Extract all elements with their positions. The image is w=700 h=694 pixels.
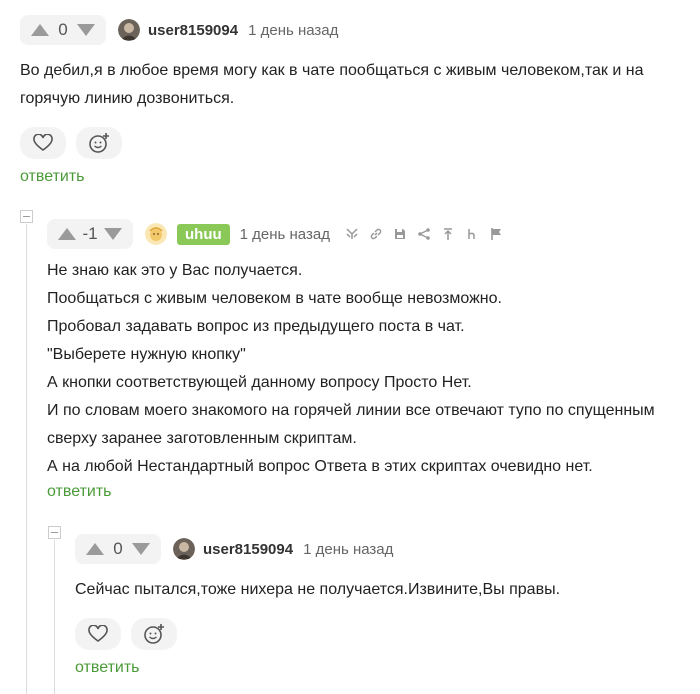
timestamp[interactable]: 1 день назад <box>248 22 338 39</box>
avatar[interactable] <box>118 19 140 41</box>
collapse-thread-button[interactable] <box>20 210 33 223</box>
upvote-button[interactable] <box>55 224 79 244</box>
user-avatar-icon <box>173 538 195 560</box>
upvote-button[interactable] <box>83 539 107 559</box>
like-button[interactable] <box>75 618 121 650</box>
comment-line: Пробовал задавать вопрос из предыдущего … <box>47 318 465 335</box>
reply-link[interactable]: ответить <box>75 659 140 677</box>
thread-line <box>26 224 27 694</box>
thread-line <box>54 540 55 694</box>
comment-1: 0 user8159094 1 день назад Во дебил,я в … <box>20 15 643 186</box>
vote-score: 0 <box>113 539 123 558</box>
avatar[interactable] <box>145 223 167 245</box>
add-emoji-button[interactable] <box>131 618 177 650</box>
hide-icon <box>468 229 475 239</box>
comment-line: Пообщаться с живым человеком в чате вооб… <box>47 290 502 307</box>
share-button[interactable] <box>412 224 436 244</box>
comment-line: И по словам моего знакомого на горячей л… <box>47 402 655 419</box>
flag-icon <box>491 228 501 240</box>
report-button[interactable] <box>484 224 508 244</box>
arrow-up-icon <box>58 228 76 240</box>
downvote-button[interactable] <box>74 20 98 40</box>
vote-control: 0 <box>20 15 106 45</box>
comment-header: 0 user8159094 1 день назад <box>75 534 560 564</box>
comment-line: А кнопки соответствующей данному вопросу… <box>47 374 472 391</box>
save-icon <box>394 229 405 239</box>
collapse-thread-button[interactable] <box>48 526 61 539</box>
comment-line: сверху заранее заготовленным скриптам. <box>47 430 357 447</box>
arrow-down-icon <box>132 543 150 555</box>
comment-text: Не знаю как это у Вас получается. Пообща… <box>47 257 655 481</box>
heart-icon <box>88 625 108 642</box>
user-avatar-icon <box>118 19 140 41</box>
timestamp[interactable]: 1 день назад <box>303 541 393 558</box>
comment-2: -1 uhuu 1 день назад Не знаю как это у В… <box>47 219 655 501</box>
vote-control: -1 <box>47 219 133 249</box>
comment-line: "Выберете нужную кнопку" <box>47 346 246 363</box>
arrow-down-icon <box>77 24 95 36</box>
reply-link[interactable]: ответить <box>20 168 85 186</box>
share-icon <box>418 228 430 240</box>
downvote-button[interactable] <box>129 539 153 559</box>
comment-text: Во дебил,я в любое время могу как в чате… <box>20 57 643 113</box>
go-to-parent-button[interactable] <box>436 224 460 244</box>
comment-line: Сейчас пытался,тоже нихера не получается… <box>75 581 561 598</box>
reply-link[interactable]: ответить <box>47 483 112 501</box>
vote-score: 0 <box>58 20 68 39</box>
comment-text: Сейчас пытался,тоже нихера не получается… <box>75 576 560 604</box>
comment-line: Во дебил,я в любое время могу как в чате… <box>20 62 644 79</box>
downvote-button[interactable] <box>101 224 125 244</box>
username[interactable]: user8159094 <box>203 541 293 558</box>
link-icon <box>370 228 382 240</box>
emoji-add-icon <box>89 133 109 153</box>
comment-line: Не знаю как это у Вас получается. <box>47 262 303 279</box>
reactions <box>20 127 643 159</box>
like-button[interactable] <box>20 127 66 159</box>
emoji-add-icon <box>144 624 164 644</box>
avatar[interactable] <box>173 538 195 560</box>
comment-tools <box>340 224 508 244</box>
timestamp[interactable]: 1 день назад <box>240 226 330 243</box>
vote-score: -1 <box>82 224 98 243</box>
arrow-up-icon <box>31 24 49 36</box>
comment-3: 0 user8159094 1 день назад Сейчас пыталс… <box>75 534 560 677</box>
arrow-down-icon <box>104 228 122 240</box>
branch-button[interactable] <box>340 224 364 244</box>
comment-line: А на любой Нестандартный вопрос Ответа в… <box>47 458 593 475</box>
username[interactable]: user8159094 <box>148 22 238 39</box>
comment-line: горячую линию дозвониться. <box>20 90 235 107</box>
link-button[interactable] <box>364 224 388 244</box>
cartoon-avatar-icon <box>145 223 167 245</box>
hide-button[interactable] <box>460 224 484 244</box>
reactions <box>75 618 560 650</box>
vote-control: 0 <box>75 534 161 564</box>
heart-icon <box>33 134 53 151</box>
comment-header: 0 user8159094 1 день назад <box>20 15 643 45</box>
upvote-button[interactable] <box>28 20 52 40</box>
comment-header: -1 uhuu 1 день назад <box>47 219 655 249</box>
save-button[interactable] <box>388 224 412 244</box>
username[interactable]: uhuu <box>177 223 230 245</box>
branch-icon <box>346 228 358 239</box>
arrow-up-icon <box>86 543 104 555</box>
add-emoji-button[interactable] <box>76 127 122 159</box>
arrow-up-bar-icon <box>443 228 452 240</box>
